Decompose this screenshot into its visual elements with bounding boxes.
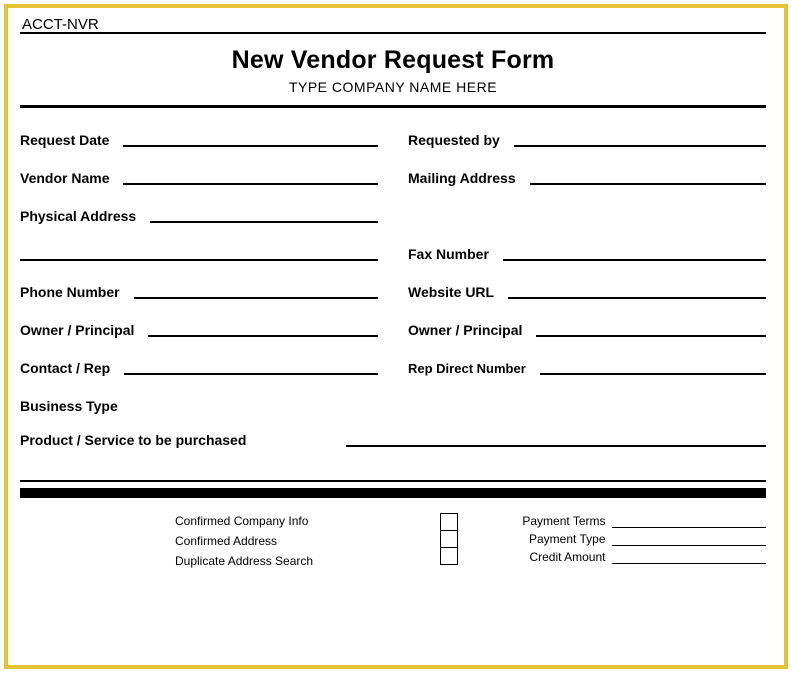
product-service-label: Product / Service to be purchased <box>20 432 346 450</box>
website-url-label: Website URL <box>408 284 508 302</box>
business-type-field: Business Type <box>20 388 378 416</box>
physical-address-label: Physical Address <box>20 208 150 226</box>
payment-type-label: Payment Type <box>502 532 612 546</box>
owner-principal-1-field: Owner / Principal <box>20 312 378 340</box>
confirmed-company-info-checkbox[interactable] <box>440 513 458 531</box>
request-date-label: Request Date <box>20 132 123 150</box>
title-block: New Vendor Request Form TYPE COMPANY NAM… <box>20 40 766 103</box>
form-id: ACCT-NVR <box>20 16 129 34</box>
payment-type-field: Payment Type <box>502 532 767 546</box>
owner-principal-2-field: Owner / Principal <box>408 312 766 340</box>
owner-principal-2-label: Owner / Principal <box>408 322 536 340</box>
form-id-row: ACCT-NVR <box>20 16 766 34</box>
spacer <box>408 198 766 226</box>
owner-principal-1-label: Owner / Principal <box>20 322 148 340</box>
fax-number-label: Fax Number <box>408 246 503 264</box>
contact-rep-field: Contact / Rep <box>20 350 378 378</box>
bottom-row: Confirmed Company Info Confirmed Address… <box>20 514 766 568</box>
phone-number-label: Phone Number <box>20 284 134 302</box>
website-url-line[interactable] <box>508 297 766 299</box>
website-url-field: Website URL <box>408 274 766 302</box>
payment-terms-field: Payment Terms <box>502 514 767 528</box>
credit-amount-label: Credit Amount <box>502 550 612 564</box>
requested-by-field: Requested by <box>408 122 766 150</box>
mailing-address-label: Mailing Address <box>408 170 530 188</box>
contact-rep-line[interactable] <box>124 373 378 375</box>
confirm-labels: Confirmed Company Info Confirmed Address… <box>175 514 440 568</box>
owner-principal-1-line[interactable] <box>148 335 378 337</box>
contact-rep-label: Contact / Rep <box>20 360 124 378</box>
product-service-line[interactable] <box>346 445 766 447</box>
physical-address-line-2[interactable] <box>20 259 378 261</box>
header-divider <box>20 105 766 108</box>
rep-direct-number-label: Rep Direct Number <box>408 361 540 378</box>
requested-by-line[interactable] <box>514 145 766 147</box>
check-boxes <box>440 514 462 565</box>
vendor-name-field: Vendor Name <box>20 160 378 188</box>
phone-number-line[interactable] <box>134 297 378 299</box>
spacer <box>408 388 766 416</box>
section-bar <box>20 488 766 498</box>
company-name-placeholder[interactable]: TYPE COMPANY NAME HERE <box>20 79 766 95</box>
confirmed-address-checkbox[interactable] <box>440 530 458 548</box>
mailing-address-line[interactable] <box>530 183 766 185</box>
owner-principal-2-line[interactable] <box>536 335 766 337</box>
phone-number-field: Phone Number <box>20 274 378 302</box>
confirmed-address-label: Confirmed Address <box>175 534 440 548</box>
rep-direct-number-line[interactable] <box>540 373 766 375</box>
fax-number-field: Fax Number <box>408 236 766 264</box>
fax-number-line[interactable] <box>503 259 766 261</box>
physical-address-line[interactable] <box>150 221 378 223</box>
vendor-name-label: Vendor Name <box>20 170 123 188</box>
business-type-label: Business Type <box>20 398 132 416</box>
payment-fields: Payment Terms Payment Type Credit Amount <box>502 514 767 564</box>
form-title: New Vendor Request Form <box>20 46 766 75</box>
payment-terms-line[interactable] <box>612 527 767 528</box>
credit-amount-line[interactable] <box>612 563 767 564</box>
form-frame: ACCT-NVR New Vendor Request Form TYPE CO… <box>4 4 788 669</box>
confirmed-company-info-label: Confirmed Company Info <box>175 514 440 528</box>
fields-grid: Request Date Requested by Vendor Name Ma… <box>20 122 766 450</box>
requested-by-label: Requested by <box>408 132 514 150</box>
request-date-line[interactable] <box>123 145 378 147</box>
duplicate-address-search-checkbox[interactable] <box>440 547 458 565</box>
mid-divider <box>20 480 766 482</box>
product-service-field: Product / Service to be purchased <box>20 432 766 450</box>
request-date-field: Request Date <box>20 122 378 150</box>
physical-address-field: Physical Address <box>20 198 378 226</box>
vendor-name-line[interactable] <box>123 183 378 185</box>
physical-address-field-2 <box>20 236 378 264</box>
duplicate-address-search-label: Duplicate Address Search <box>175 554 440 568</box>
payment-type-line[interactable] <box>612 545 767 546</box>
payment-terms-label: Payment Terms <box>502 514 612 528</box>
credit-amount-field: Credit Amount <box>502 550 767 564</box>
mailing-address-field: Mailing Address <box>408 160 766 188</box>
rep-direct-number-field: Rep Direct Number <box>408 350 766 378</box>
